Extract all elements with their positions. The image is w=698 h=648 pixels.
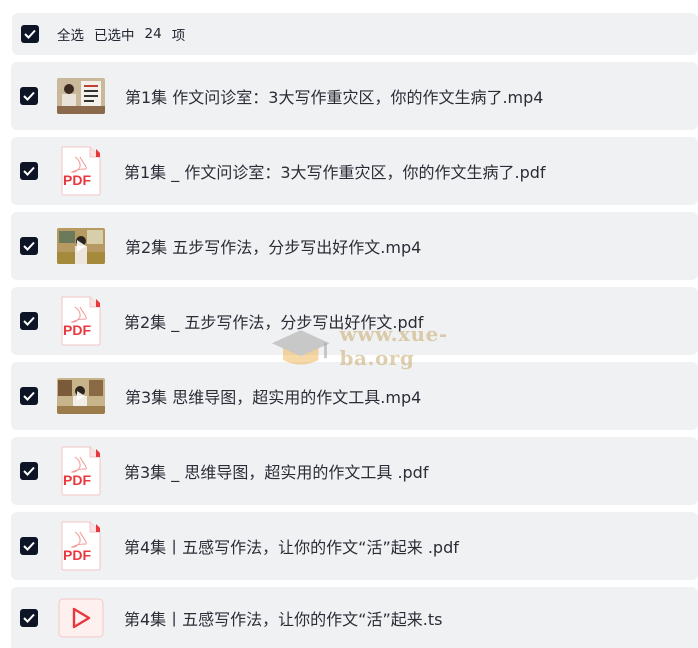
file-checkbox[interactable] [20, 162, 38, 180]
file-row[interactable]: PDF 第1集 _ 作文问诊室：3大写作重灾区，你的作文生病了.pdf [11, 137, 698, 205]
check-icon [23, 541, 35, 551]
file-row[interactable]: PDF 第4集丨五感写作法，让你的作文“活”起来 .pdf [11, 512, 698, 580]
selected-unit: 项 [171, 28, 186, 44]
file-checkbox[interactable] [20, 537, 38, 555]
video-thumbnail [57, 78, 105, 114]
selected-label: 已选中 [94, 28, 135, 44]
file-name[interactable]: 第3集 思维导图，超实用的作文工具.mp4 [125, 384, 421, 408]
file-checkbox[interactable] [20, 237, 38, 255]
check-icon [23, 613, 35, 623]
video-thumbnail [57, 378, 105, 414]
select-all-label[interactable]: 全选 [57, 24, 84, 44]
file-row[interactable]: PDF 第3集 _ 思维导图，超实用的作文工具 .pdf [11, 437, 698, 505]
check-icon [23, 166, 35, 176]
pdf-file-icon: PDF [58, 145, 104, 197]
select-all-bar: 全选 已选中 24 项 [12, 13, 698, 55]
pdf-file-icon: PDF [58, 445, 104, 497]
check-icon [23, 241, 35, 251]
file-name[interactable]: 第1集 _ 作文问诊室：3大写作重灾区，你的作文生病了.pdf [124, 159, 546, 183]
file-name[interactable]: 第1集 作文问诊室：3大写作重灾区，你的作文生病了.mp4 [125, 84, 543, 108]
file-row[interactable]: PDF 第2集 _ 五步写作法，分步写出好作文.pdf [11, 287, 698, 355]
file-row[interactable]: 第1集 作文问诊室：3大写作重灾区，你的作文生病了.mp4 [11, 62, 698, 130]
check-icon [23, 91, 35, 101]
select-all-checkbox[interactable] [21, 25, 39, 43]
file-name[interactable]: 第2集 _ 五步写作法，分步写出好作文.pdf [124, 309, 423, 333]
file-checkbox[interactable] [20, 608, 38, 627]
svg-text:PDF: PDF [63, 547, 91, 563]
file-row[interactable]: 第3集 思维导图，超实用的作文工具.mp4 [11, 362, 698, 430]
video-thumbnail [57, 228, 105, 264]
pdf-file-icon: PDF [58, 295, 104, 347]
svg-text:PDF: PDF [63, 322, 91, 338]
svg-text:PDF: PDF [63, 472, 91, 488]
svg-text:PDF: PDF [63, 172, 91, 188]
file-name[interactable]: 第4集丨五感写作法，让你的作文“活”起来 .pdf [124, 534, 459, 558]
selected-count: 24 [144, 26, 162, 42]
check-icon [23, 316, 35, 326]
pdf-file-icon: PDF [58, 520, 104, 572]
file-name[interactable]: 第3集 _ 思维导图，超实用的作文工具 .pdf [124, 459, 428, 483]
file-checkbox[interactable] [20, 462, 38, 480]
check-icon [23, 391, 35, 401]
file-row[interactable]: 第4集丨五感写作法，让你的作文“活”起来.ts [11, 587, 698, 648]
check-icon [23, 466, 35, 476]
file-name[interactable]: 第4集丨五感写作法，让你的作文“活”起来.ts [124, 606, 442, 630]
file-row[interactable]: 第2集 五步写作法，分步写出好作文.mp4 [11, 212, 698, 280]
file-checkbox[interactable] [20, 387, 38, 405]
file-name[interactable]: 第2集 五步写作法，分步写出好作文.mp4 [125, 234, 421, 258]
video-file-icon [58, 598, 104, 638]
check-icon [24, 29, 36, 39]
file-checkbox[interactable] [20, 87, 38, 105]
file-checkbox[interactable] [20, 312, 38, 330]
